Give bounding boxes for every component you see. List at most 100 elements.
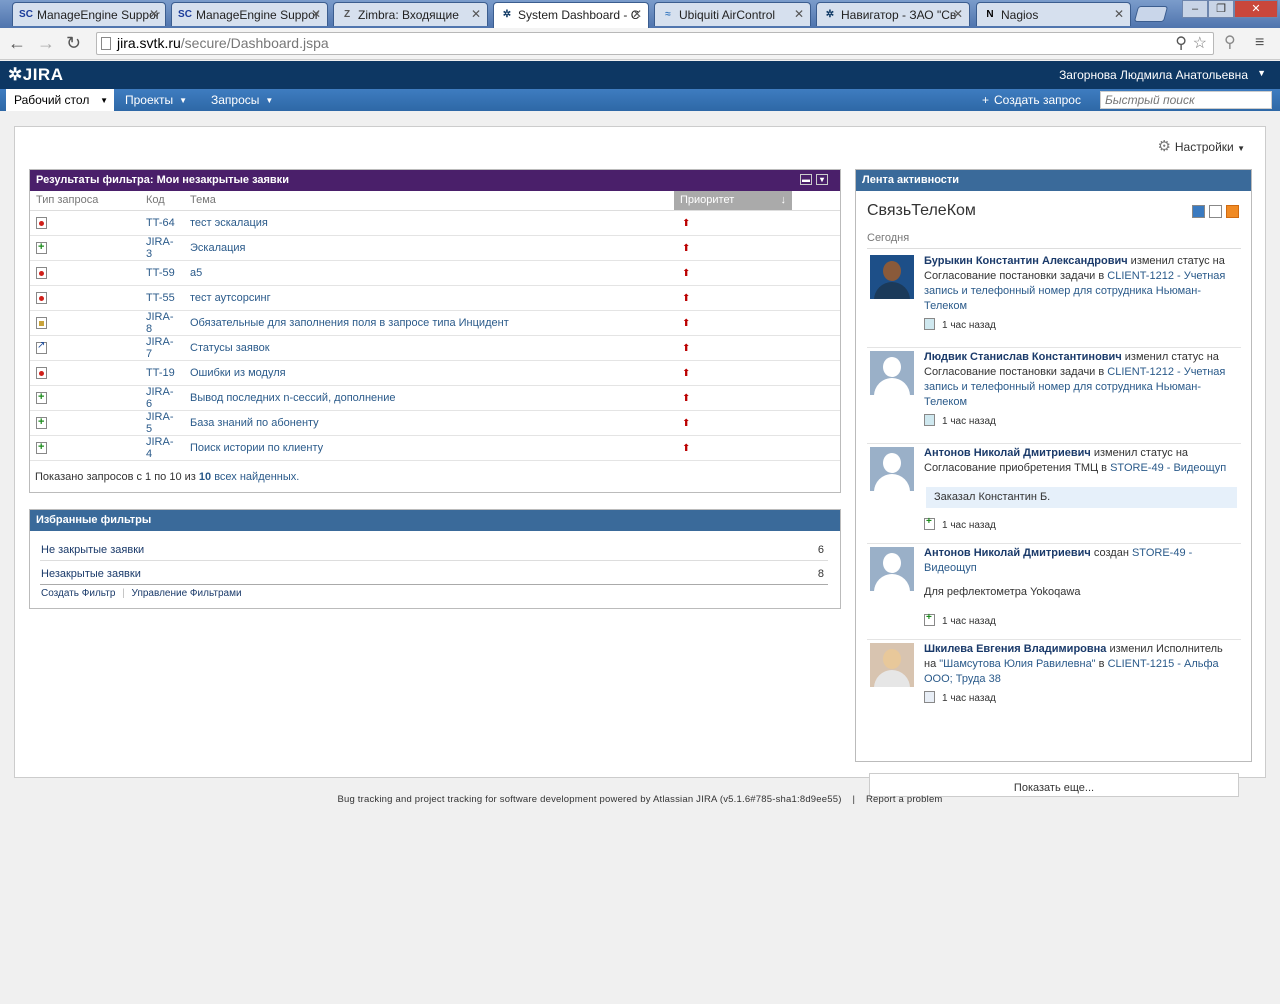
maximize-icon[interactable]: ❐ [1208, 0, 1234, 18]
create-issue-button[interactable]: + Создать запрос [982, 93, 1081, 107]
issue-key-link[interactable]: JIRA-4 [146, 436, 174, 460]
pager-all-link[interactable]: всех найденных. [214, 471, 299, 483]
new-tab-button[interactable] [1133, 6, 1169, 22]
bookmark-star-icon[interactable]: ☆ [1193, 33, 1207, 53]
avatar[interactable] [870, 643, 914, 687]
issue-key-link[interactable]: JIRA-8 [146, 311, 174, 335]
chevron-down-icon[interactable]: ▼ [265, 96, 273, 105]
issue-summary-link[interactable]: Ошибки из модуля [190, 367, 286, 379]
chevron-down-icon[interactable]: ▼ [1257, 68, 1266, 78]
quick-search-input[interactable] [1100, 91, 1272, 109]
table-row: JIRA-8 Обязательные для заполнения поля в… [30, 310, 840, 336]
rss-icon[interactable] [1226, 205, 1239, 218]
browser-tab[interactable]: SC ManageEngine Suppor ✕ [12, 2, 166, 26]
browser-tab[interactable]: ≈ Ubiquiti AirControl ✕ [654, 2, 811, 26]
nav-projects[interactable]: Проекты ▼ [117, 89, 195, 111]
pager-total-link[interactable]: 10 [199, 471, 211, 483]
issue-link[interactable]: STORE-49 - Видеощуп [1110, 462, 1226, 474]
settings-menu[interactable]: ⚙ Настройки ▼ [1157, 137, 1245, 155]
issue-key-link[interactable]: JIRA-3 [146, 236, 174, 260]
priority-arrow-up-icon: ⬆ [682, 417, 691, 429]
user-link[interactable]: Антонов Николай Дмитриевич [924, 447, 1091, 459]
issue-summary-link[interactable]: Эскалация [190, 242, 246, 254]
user-link[interactable]: Шкилева Евгения Владимировна [924, 643, 1106, 655]
close-tab-icon[interactable]: ✕ [794, 7, 804, 21]
issue-summary-link[interactable]: тест эскалация [190, 217, 268, 229]
close-tab-icon[interactable]: ✕ [149, 7, 159, 21]
minimize-icon[interactable]: – [1182, 0, 1208, 18]
issue-summary-link[interactable]: Поиск истории по клиенту [190, 442, 323, 454]
col-key[interactable]: Код [140, 191, 184, 211]
user-link[interactable]: Бурыкин Константин Александрович [924, 255, 1128, 267]
row-spacer [792, 360, 840, 386]
address-bar[interactable]: jira.svtk.ru/secure/Dashboard.jspa ⚲ ☆ [96, 32, 1214, 55]
issue-key-link[interactable]: TT-19 [146, 367, 175, 379]
browser-tab[interactable]: N Nagios ✕ [976, 2, 1131, 26]
reload-icon[interactable]: ↻ [66, 34, 81, 52]
user-link[interactable]: Людвик Станислав Константинович [924, 351, 1122, 363]
filter-count[interactable]: 8 [818, 568, 824, 580]
col-summary[interactable]: Тема [184, 191, 674, 211]
browser-tab[interactable]: SC ManageEngine Suppor ✕ [171, 2, 328, 26]
issue-type-cell [30, 285, 140, 311]
manage-filters-link[interactable]: Управление Фильтрами [132, 588, 242, 599]
back-icon[interactable]: ← [8, 34, 26, 52]
nav-issues[interactable]: Запросы ▼ [203, 89, 281, 111]
filter-link[interactable]: Незакрытые заявки [41, 568, 141, 580]
avatar[interactable] [870, 255, 914, 299]
issue-key-link[interactable]: TT-59 [146, 267, 175, 279]
user-link[interactable]: Антонов Николай Дмитриевич [924, 547, 1091, 559]
issue-summary-link[interactable]: тест аутсорсинг [190, 292, 271, 304]
browser-tab[interactable]: ✲ Навигатор - ЗАО "Св ✕ [816, 2, 970, 26]
issue-key-link[interactable]: JIRA-5 [146, 411, 174, 435]
close-tab-icon[interactable]: ✕ [471, 7, 481, 21]
issue-key-link[interactable]: JIRA-7 [146, 336, 174, 360]
close-window-icon[interactable]: ✕ [1234, 0, 1278, 18]
browser-tab-active[interactable]: ✲ System Dashboard - C ✕ [493, 2, 649, 28]
create-filter-link[interactable]: Создать Фильтр [41, 588, 115, 599]
avatar-head [883, 357, 901, 377]
col-spacer [792, 191, 840, 211]
issue-key-link[interactable]: TT-64 [146, 217, 175, 229]
avatar[interactable] [870, 447, 914, 491]
search-extension-icon[interactable]: ⚲ [1224, 34, 1236, 52]
close-tab-icon[interactable]: ✕ [311, 7, 321, 21]
issue-summary-link[interactable]: Статусы заявок [190, 342, 270, 354]
priority-arrow-up-icon: ⬆ [682, 317, 691, 329]
forward-icon[interactable]: → [37, 34, 55, 52]
user-menu[interactable]: Загорнова Людмила Анатольевна [1059, 68, 1248, 82]
issue-summary-link[interactable]: База знаний по абоненту [190, 417, 319, 429]
close-tab-icon[interactable]: ✕ [953, 7, 963, 21]
navigator-icon: ✲ [825, 9, 835, 20]
nav-dashboard[interactable]: Рабочий стол ▼ [6, 89, 114, 111]
issue-summary-link[interactable]: Обязательные для заполнения поля в запро… [190, 317, 509, 329]
col-priority[interactable]: Приоритет ↓ [674, 191, 792, 211]
browser-tab[interactable]: Z Zimbra: Входящие ✕ [333, 2, 488, 26]
issue-summary-link[interactable]: Вывод последних n-сессий, дополнение [190, 392, 396, 404]
avatar[interactable] [870, 351, 914, 395]
close-tab-icon[interactable]: ✕ [1114, 7, 1124, 21]
assignee-link[interactable]: "Шамсутова Юлия Равилевна" [939, 658, 1095, 670]
col-type[interactable]: Тип запроса [30, 191, 140, 211]
chevron-down-icon[interactable]: ▼ [100, 96, 108, 105]
zoom-icon[interactable]: ⚲ [1175, 33, 1187, 53]
filter-count[interactable]: 6 [818, 544, 824, 556]
avatar[interactable] [870, 547, 914, 591]
menu-icon[interactable]: ≡ [1255, 34, 1264, 52]
issue-key-link[interactable]: TT-55 [146, 292, 175, 304]
full-view-icon[interactable] [1192, 205, 1205, 218]
issue-type-cell [30, 335, 140, 361]
issue-key-link[interactable]: JIRA-6 [146, 386, 174, 410]
maximize-gadget-icon[interactable]: ▬ [800, 174, 812, 185]
gadget-menu-icon[interactable]: ▾ [816, 174, 828, 185]
filter-link[interactable]: Не закрытые заявки [41, 544, 144, 556]
list-view-icon[interactable] [1209, 205, 1222, 218]
issue-priority-cell: ⬆ [674, 285, 792, 311]
issue-summary-link[interactable]: а5 [190, 267, 202, 279]
close-tab-icon[interactable]: ✕ [632, 7, 642, 21]
jira-logo[interactable]: ✲JIRA [8, 65, 63, 85]
plus-icon: + [982, 93, 990, 107]
chevron-down-icon[interactable]: ▼ [179, 96, 187, 105]
report-problem-link[interactable]: Report a problem [866, 794, 943, 805]
chevron-down-icon: ▼ [1237, 144, 1245, 153]
